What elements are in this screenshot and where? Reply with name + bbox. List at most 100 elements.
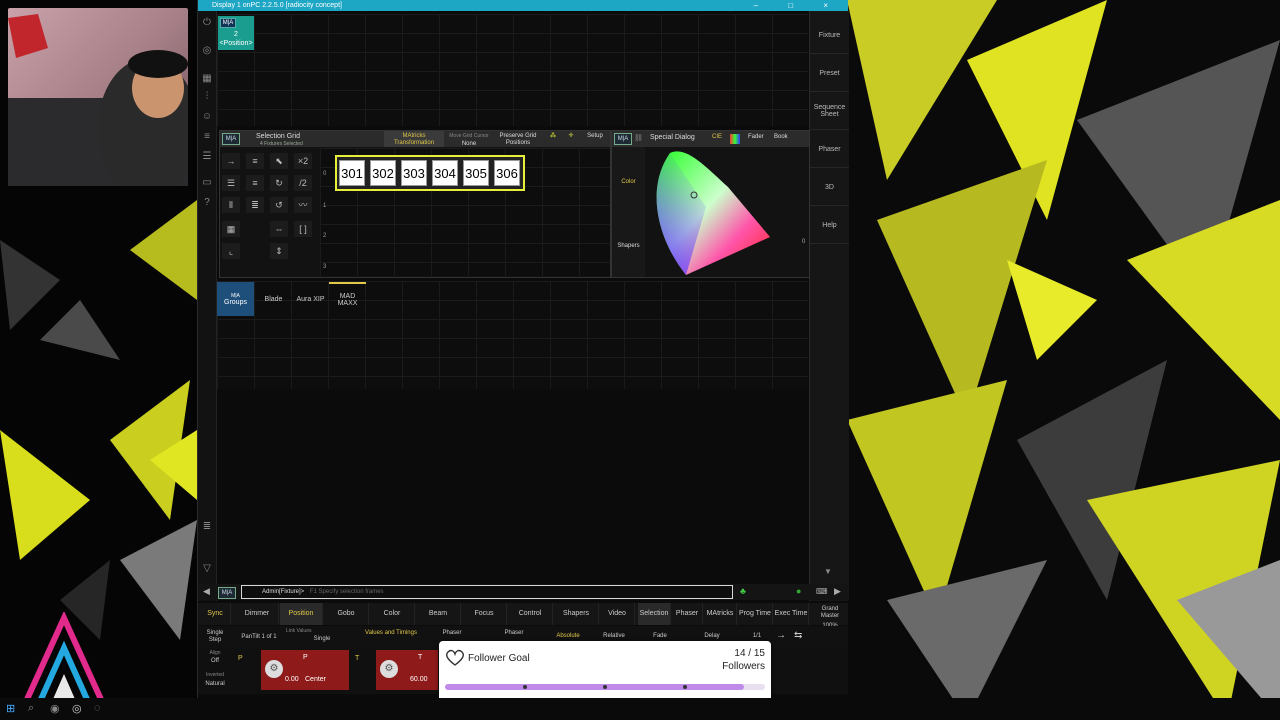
start-icon[interactable]: ⊞ xyxy=(6,702,15,715)
tab-gobo[interactable]: Gobo xyxy=(324,603,369,625)
close-button[interactable]: × xyxy=(823,1,842,10)
sidebar-item-sequence-sheet[interactable]: Sequence Sheet xyxy=(810,93,849,130)
select-cursor-icon[interactable]: ⬉ xyxy=(270,153,288,169)
fixture-301[interactable]: 301 xyxy=(339,160,365,186)
phaser-button[interactable]: Phaser xyxy=(424,630,480,636)
bracket-icon[interactable]: [ ] xyxy=(294,221,312,237)
sidebar-item-phaser[interactable]: Phaser xyxy=(810,131,849,168)
stack-icon[interactable]: ≡ xyxy=(201,131,213,143)
grid-icon[interactable]: ▦ xyxy=(222,221,240,237)
tab-control[interactable]: Control xyxy=(508,603,553,625)
fader-tab[interactable]: Fader xyxy=(748,134,764,140)
corner-icon[interactable]: ⌞ xyxy=(222,243,240,259)
help-icon[interactable]: ? xyxy=(201,197,213,209)
multiply-icon[interactable]: ×2 xyxy=(294,153,312,169)
monitor-icon[interactable]: ▭ xyxy=(201,177,213,189)
fixture-306[interactable]: 306 xyxy=(494,160,520,186)
arrow-right-icon[interactable]: → xyxy=(222,153,240,169)
tab-beam[interactable]: Beam xyxy=(416,603,461,625)
ma-badge[interactable]: M|A xyxy=(218,587,236,599)
single-step-button[interactable]: Single Step xyxy=(200,630,230,644)
ma-badge[interactable]: M|A xyxy=(614,133,632,145)
values-and-timings-button[interactable]: Values and Timings xyxy=(364,630,418,637)
fixture-305[interactable]: 305 xyxy=(463,160,489,186)
shapers-tab[interactable]: Shapers xyxy=(612,243,645,249)
sidebar-item-fixture[interactable]: Fixture xyxy=(810,17,849,54)
list-icon[interactable]: ☰ xyxy=(201,151,213,163)
phaser-button[interactable]: Phaser xyxy=(486,630,542,636)
undo-icon[interactable]: ↺ xyxy=(270,197,288,213)
sidebar-item-3d[interactable]: 3D xyxy=(810,169,849,206)
wave-icon[interactable]: 〰 xyxy=(294,197,312,213)
tree-icon[interactable]: ♣ xyxy=(740,586,746,596)
sliders-icon[interactable]: ⫶ xyxy=(201,91,213,103)
command-line-input[interactable]: Admin[Fixture]> F1 Specify selection fra… xyxy=(241,585,733,599)
rotate-icon[interactable]: ↻ xyxy=(270,175,288,191)
arrow-left-icon[interactable]: ◀ xyxy=(203,586,210,597)
align-value[interactable]: Off xyxy=(200,658,230,664)
maximize-button[interactable]: □ xyxy=(788,1,807,10)
matricks-transformation-button[interactable]: MAtricks Transformation xyxy=(384,131,444,147)
layout-icon[interactable]: ▦ xyxy=(201,73,213,85)
app-icon[interactable]: ◌ xyxy=(94,702,101,714)
cie-tab[interactable]: CIE xyxy=(712,134,722,140)
align-lines-icon[interactable]: ≡ xyxy=(246,153,264,169)
group-aura-xip[interactable]: Aura XIP xyxy=(292,282,329,316)
sidebar-item-preset[interactable]: Preset xyxy=(810,55,849,92)
setup-button[interactable]: Setup xyxy=(582,131,608,147)
shrink-icon[interactable]: ⇔ xyxy=(270,221,288,237)
app-icon[interactable]: ◉ xyxy=(50,702,60,715)
tab-sync[interactable]: Sync xyxy=(200,603,231,625)
tab-prog-time[interactable]: Prog Time xyxy=(738,603,773,625)
tilt-encoder[interactable]: T 60.00 ⚙ xyxy=(376,650,438,690)
filter-icon[interactable]: ▽ xyxy=(201,563,213,575)
rows-icon[interactable]: ☰ xyxy=(222,175,240,191)
matricks-icon[interactable]: ⁂ xyxy=(546,131,560,147)
fixture-302[interactable]: 302 xyxy=(370,160,396,186)
swap-icon[interactable]: ⇆ xyxy=(794,630,802,641)
search-icon[interactable]: ⌕ xyxy=(28,702,34,715)
power-icon[interactable]: ⏻ xyxy=(201,17,213,29)
selected-fixtures-group[interactable]: 301 302 303 304 305 306 xyxy=(335,155,525,191)
book-tab[interactable]: Book xyxy=(774,134,788,140)
absolute-button[interactable]: Absolute xyxy=(548,633,588,639)
pan-encoder[interactable]: P 0.00 Center ⚙ xyxy=(261,650,349,690)
tab-shapers[interactable]: Shapers xyxy=(554,603,599,625)
crosshair-icon[interactable]: ✛ xyxy=(564,131,578,147)
keyboard-icon[interactable]: ⌨ xyxy=(816,587,828,596)
arrow-right-icon[interactable]: ▶ xyxy=(834,586,841,597)
minimize-button[interactable]: – xyxy=(754,1,772,10)
fixture-304[interactable]: 304 xyxy=(432,160,458,186)
target-icon[interactable]: ◎ xyxy=(201,45,213,57)
tab-exec-time[interactable]: Exec Time xyxy=(774,603,809,625)
preset-position-cell[interactable]: M|A 2 <Position> xyxy=(218,16,254,50)
user-icon[interactable]: ☺ xyxy=(201,111,213,123)
expand-icon[interactable]: ⇕ xyxy=(270,243,288,259)
arrow-right-icon[interactable]: → xyxy=(776,630,786,641)
sidebar-item-help[interactable]: Help xyxy=(810,207,849,244)
delay-button[interactable]: Delay xyxy=(694,633,730,639)
fixture-303[interactable]: 303 xyxy=(401,160,427,186)
app-icon[interactable]: ◎ xyxy=(72,702,82,715)
groups-header-cell[interactable]: M|A Groups xyxy=(217,282,254,316)
preserve-grid-positions-button[interactable]: Preserve Grid Positions xyxy=(494,131,542,147)
tab-color[interactable]: Color xyxy=(370,603,415,625)
encoder-knob-icon[interactable]: ⚙ xyxy=(265,660,283,678)
window-controls[interactable]: – □ × xyxy=(754,0,842,11)
columns-icon[interactable]: ⦀ xyxy=(222,197,240,213)
color-tab[interactable]: Color xyxy=(612,179,645,185)
color-picker-icon[interactable] xyxy=(730,134,740,144)
tab-matricks[interactable]: MAtricks xyxy=(704,603,737,625)
group-blade[interactable]: Blade xyxy=(255,282,292,316)
ma-badge[interactable]: M|A xyxy=(222,133,240,145)
fade-button[interactable]: Fade xyxy=(640,633,680,639)
encoder-knob-icon[interactable]: ⚙ xyxy=(380,660,398,678)
link-icon[interactable]: ⛓ xyxy=(634,134,643,142)
grand-master-label[interactable]: Grand Master xyxy=(812,606,848,620)
tab-phaser[interactable]: Phaser xyxy=(672,603,703,625)
tab-video[interactable]: Video xyxy=(600,603,635,625)
tab-focus[interactable]: Focus xyxy=(462,603,507,625)
relative-button[interactable]: Relative xyxy=(594,633,634,639)
view-grid-top[interactable] xyxy=(217,14,808,126)
pantilt-button[interactable]: PanTilt 1 of 1 xyxy=(236,634,282,640)
